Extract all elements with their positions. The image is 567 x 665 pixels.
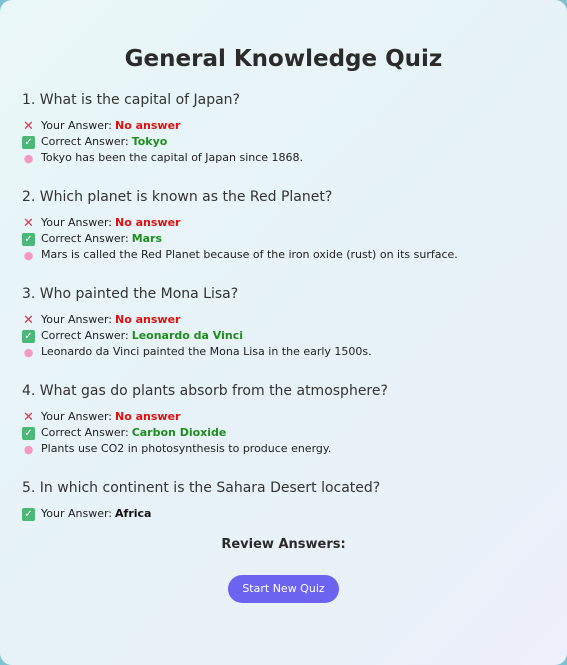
explanation-row: ● Plants use CO2 in photosynthesis to pr…: [22, 441, 545, 457]
correct-answer-label: Correct Answer:: [41, 135, 129, 148]
your-answer-row: ✓ Your Answer: Africa: [22, 506, 545, 522]
explanation-text: Mars is called the Red Planet because of…: [41, 248, 458, 261]
correct-answer-value: Leonardo da Vinci: [131, 329, 243, 342]
question-item: 1. What is the capital of Japan? ✕ Your …: [22, 90, 545, 166]
brain-icon: ●: [23, 151, 34, 165]
page-title: General Knowledge Quiz: [124, 46, 443, 72]
explanation-row: ● Tokyo has been the capital of Japan si…: [22, 150, 545, 166]
question-title: 5. In which continent is the Sahara Dese…: [22, 480, 381, 496]
explanation-text: Tokyo has been the capital of Japan sinc…: [41, 151, 304, 164]
correct-answer-label: Correct Answer:: [41, 329, 129, 342]
your-answer-label: Your Answer:: [41, 119, 113, 132]
your-answer-row: ✕ Your Answer: No answer: [22, 118, 545, 134]
your-answer-label: Your Answer:: [41, 216, 113, 229]
check-mark-icon: ✓: [22, 426, 35, 440]
question-title: 1. What is the capital of Japan?: [22, 92, 240, 108]
start-new-quiz-button[interactable]: Start New Quiz: [228, 575, 339, 603]
your-answer-value: No answer: [115, 410, 181, 423]
explanation-text: Plants use CO2 in photosynthesis to prod…: [41, 442, 332, 455]
correct-answer-label: Correct Answer:: [41, 232, 129, 245]
check-mark-icon: ✓: [22, 135, 35, 149]
explanation-text: Leonardo da Vinci painted the Mona Lisa …: [41, 345, 372, 358]
explanation-row: ● Leonardo da Vinci painted the Mona Lis…: [22, 344, 545, 360]
your-answer-value: Africa: [115, 507, 152, 520]
your-answer-value: No answer: [115, 313, 181, 326]
your-answer-label: Your Answer:: [41, 507, 113, 520]
question-item: 4. What gas do plants absorb from the at…: [22, 381, 545, 457]
question-item: 2. Which planet is known as the Red Plan…: [22, 187, 545, 263]
correct-answer-value: Mars: [131, 232, 163, 245]
button-container: Start New Quiz: [22, 575, 545, 603]
cross-mark-icon: ✕: [23, 215, 34, 231]
correct-answer-value: Carbon Dioxide: [131, 426, 227, 439]
question-list: 1. What is the capital of Japan? ✕ Your …: [22, 90, 545, 522]
your-answer-value: No answer: [115, 216, 181, 229]
correct-answer-row: ✓ Correct Answer: Mars: [22, 231, 545, 247]
question-title: 2. Which planet is known as the Red Plan…: [22, 189, 333, 205]
brain-icon: ●: [23, 248, 34, 262]
brain-icon: ●: [23, 442, 34, 456]
explanation-row: ● Mars is called the Red Planet because …: [22, 247, 545, 263]
check-mark-icon: ✓: [22, 329, 35, 343]
correct-answer-row: ✓ Correct Answer: Carbon Dioxide: [22, 425, 545, 441]
cross-mark-icon: ✕: [23, 118, 34, 134]
question-item: 3. Who painted the Mona Lisa? ✕ Your Ans…: [22, 284, 545, 360]
quiz-results-card: General Knowledge Quiz 1. What is the ca…: [0, 0, 567, 665]
check-mark-icon: ✓: [22, 507, 35, 521]
your-answer-label: Your Answer:: [41, 410, 113, 423]
correct-answer-label: Correct Answer:: [41, 426, 129, 439]
check-mark-icon: ✓: [22, 232, 35, 246]
your-answer-row: ✕ Your Answer: No answer: [22, 312, 545, 328]
your-answer-row: ✕ Your Answer: No answer: [22, 409, 545, 425]
correct-answer-value: Tokyo: [131, 135, 168, 148]
question-item: 5. In which continent is the Sahara Dese…: [22, 478, 545, 522]
question-title: 4. What gas do plants absorb from the at…: [22, 383, 388, 399]
review-answers-heading: Review Answers:: [221, 537, 346, 552]
your-answer-row: ✕ Your Answer: No answer: [22, 215, 545, 231]
cross-mark-icon: ✕: [23, 312, 34, 328]
question-title: 3. Who painted the Mona Lisa?: [22, 286, 239, 302]
your-answer-label: Your Answer:: [41, 313, 113, 326]
correct-answer-row: ✓ Correct Answer: Leonardo da Vinci: [22, 328, 545, 344]
your-answer-value: No answer: [115, 119, 181, 132]
brain-icon: ●: [23, 345, 34, 359]
correct-answer-row: ✓ Correct Answer: Tokyo: [22, 134, 545, 150]
cross-mark-icon: ✕: [23, 409, 34, 425]
